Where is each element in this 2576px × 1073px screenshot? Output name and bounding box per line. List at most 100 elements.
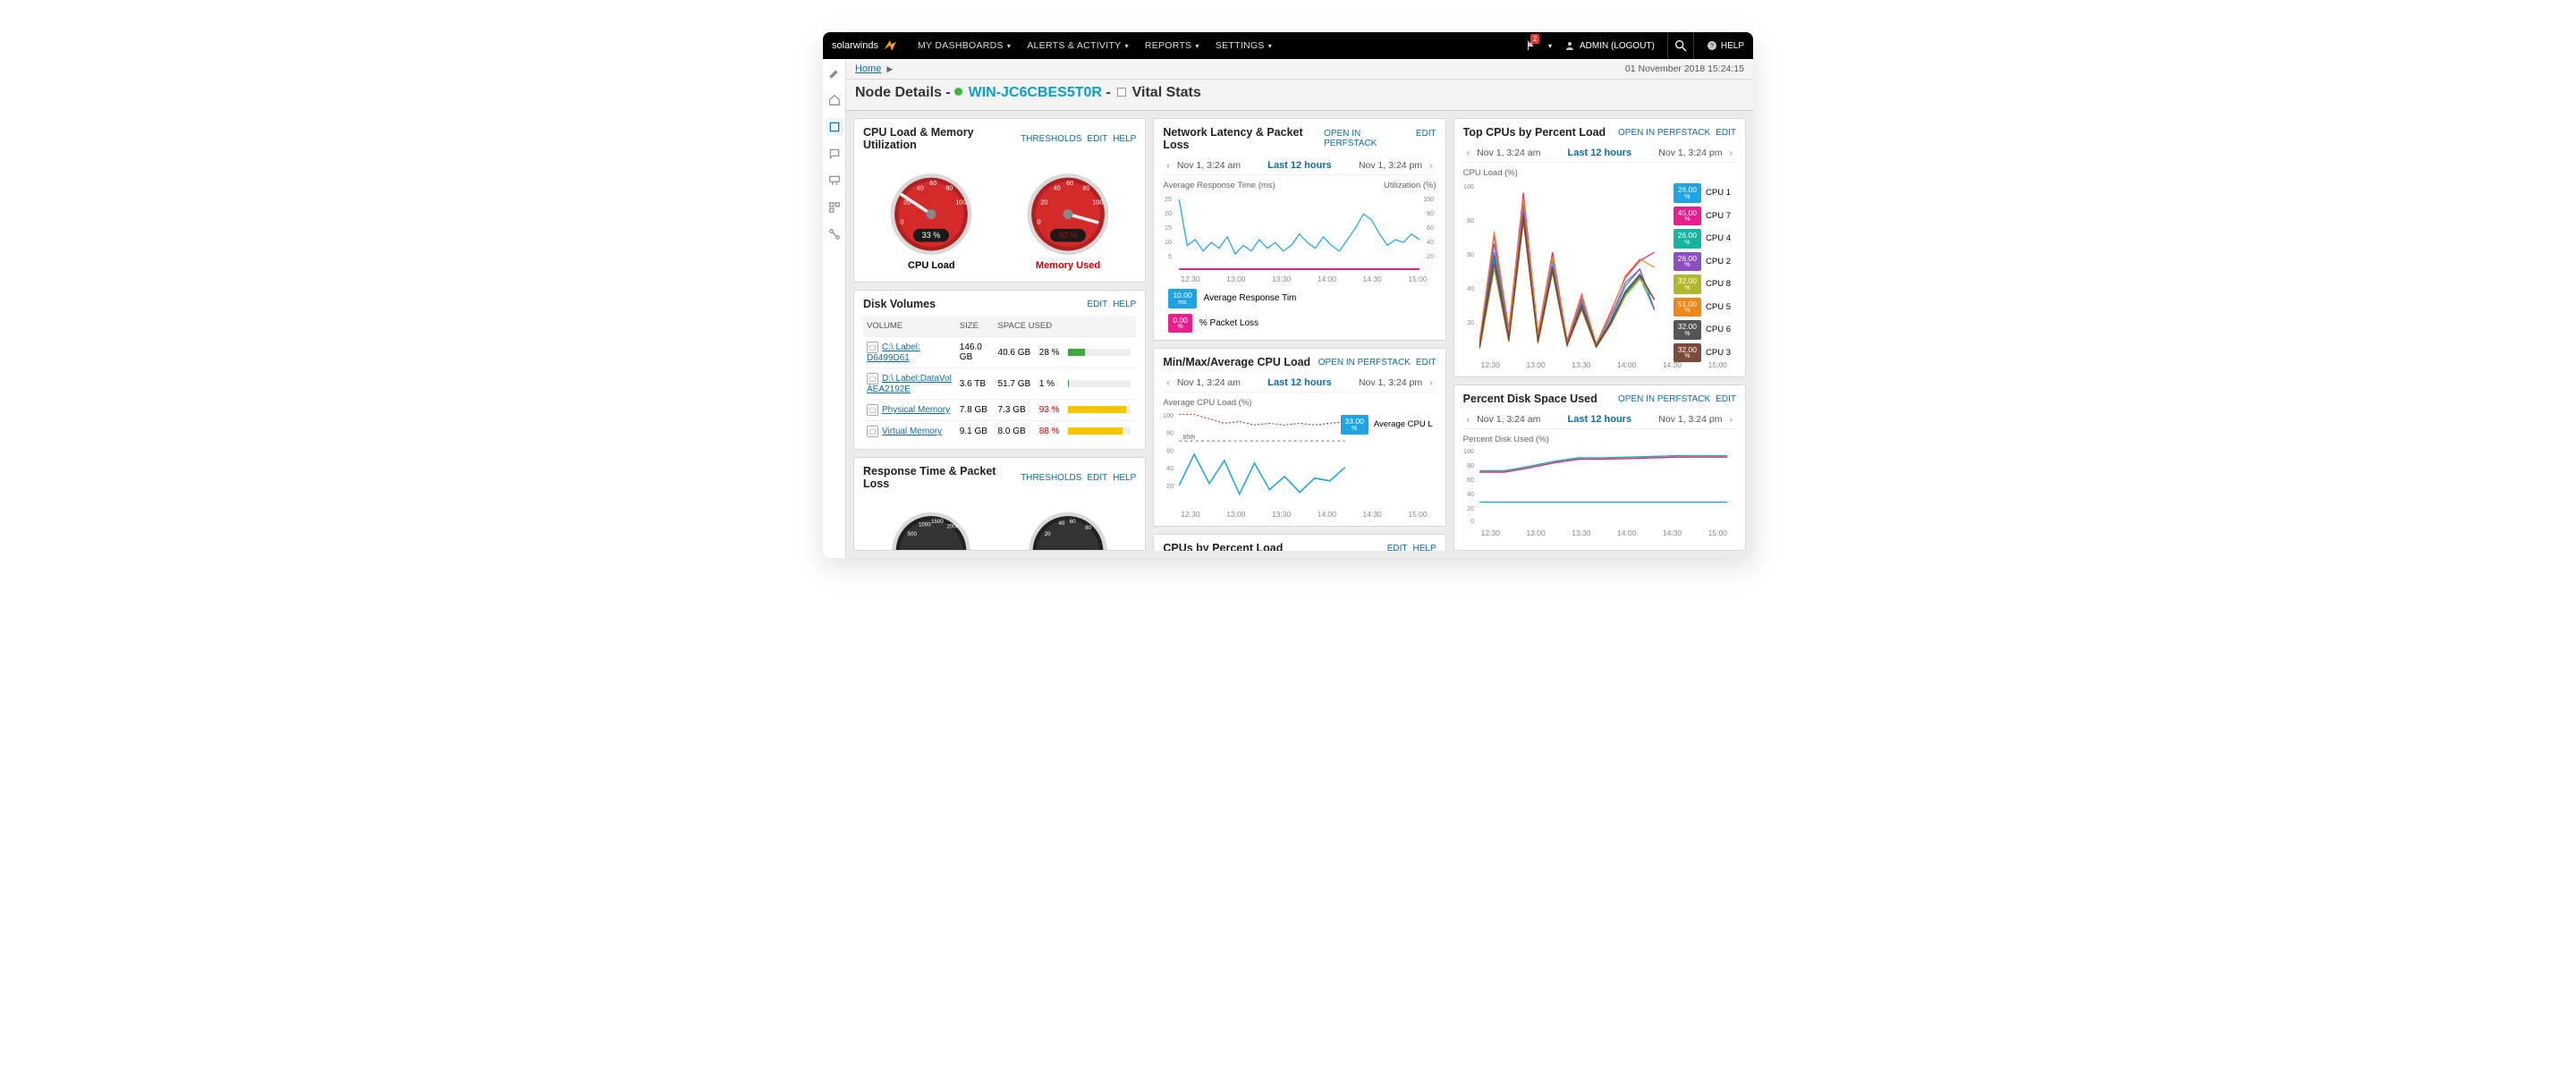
main-nav: MY DASHBOARDS▾ ALERTS & ACTIVITY▾ REPORT… [918,40,1272,51]
rail-apps-icon[interactable] [826,199,843,216]
caret-down-icon: ▾ [1548,42,1552,50]
legend-chip: 45.00% [1674,207,1701,226]
svg-text:100: 100 [1423,197,1434,203]
edit-link[interactable]: EDIT [1387,544,1408,552]
prev-button[interactable]: ‹ [1163,160,1174,171]
card-cpus-percent: CPUs by Percent Load EDIT HELP [1153,534,1445,551]
alerts-button[interactable]: 2 ▾ [1525,39,1552,52]
legend-chip: 10.00ms [1168,289,1196,308]
card-title: Response Time & Packet Loss [863,465,1021,490]
nav-item[interactable]: SETTINGS▾ [1216,40,1272,51]
svg-text:500: 500 [908,531,918,537]
legend-row: 0.00%% Packet Loss [1168,314,1436,334]
edit-link[interactable]: EDIT [1087,300,1107,309]
breadcrumb-home[interactable]: Home [855,63,881,74]
edit-link[interactable]: EDIT [1716,128,1736,138]
card-latency: Network Latency & Packet Loss OPEN IN PE… [1153,118,1445,341]
range-select[interactable]: Last 12 hours [1267,160,1332,171]
next-button[interactable]: › [1725,148,1736,158]
svg-text:15: 15 [1165,225,1172,232]
volume-link[interactable]: Virtual Memory [882,427,942,436]
chevron-right-icon: ▶ [886,64,893,74]
range-select[interactable]: Last 12 hours [1568,148,1632,158]
svg-text:25: 25 [1165,197,1172,203]
rail-network-icon[interactable] [826,172,843,190]
nav-item[interactable]: ALERTS & ACTIVITY▾ [1027,40,1129,51]
user-menu[interactable]: ADMIN (LOGOUT) [1564,40,1655,51]
open-perfstack-link[interactable]: OPEN IN PERFSTACK [1618,394,1710,404]
thresholds-link[interactable]: THRESHOLDS [1021,134,1081,144]
card-cpu-mem: CPU Load & Memory Utilization THRESHOLDS… [853,118,1146,283]
svg-text:60: 60 [1467,477,1474,484]
svg-text:10: 10 [1165,240,1172,246]
prev-button[interactable]: ‹ [1463,148,1474,158]
rail-tree-icon[interactable] [826,225,843,243]
svg-text:92 %: 92 % [1059,231,1078,240]
help-icon: ? [1707,40,1717,51]
svg-text:1500: 1500 [931,519,944,525]
prev-button[interactable]: ‹ [1163,377,1174,388]
table-row: ▢D:\ Label:DataVol AEA2192E3.6 TB51.7 GB… [863,368,1136,400]
timepicker: ‹Nov 1, 3:24 am Last 12 hours Nov 1, 3:2… [1463,410,1736,429]
svg-text:60: 60 [1066,179,1073,187]
rail-chat-icon[interactable] [826,145,843,163]
page-title: Node Details - WIN-JC6CBES5T0R - Vital S… [846,80,1753,111]
gauge-mem-label: Memory Used [1036,260,1100,271]
timepicker: ‹Nov 1, 3:24 am Last 12 hours Nov 1, 3:2… [1163,374,1436,393]
next-button[interactable]: › [1725,414,1736,425]
user-label: ADMIN (LOGOUT) [1580,41,1655,51]
help-button[interactable]: ? HELP [1707,40,1744,51]
prev-button[interactable]: ‹ [1463,414,1474,425]
edit-link[interactable]: EDIT [1087,473,1107,483]
next-button[interactable]: › [1426,160,1436,171]
app-frame: solarwinds MY DASHBOARDS▾ ALERTS & ACTIV… [823,32,1753,558]
range-select[interactable]: Last 12 hours [1267,377,1332,388]
rail-summary-icon[interactable] [826,118,843,136]
legend-chip: 26.00% [1674,183,1701,203]
edit-link[interactable]: EDIT [1416,358,1436,368]
svg-text:33 %: 33 % [922,231,941,240]
legend-chip: 32.00% [1674,275,1701,294]
open-perfstack-link[interactable]: OPEN IN PERFSTACK [1324,129,1411,148]
alerts-badge: 2 [1530,34,1539,44]
edit-link[interactable]: EDIT [1087,134,1107,144]
legend-chip: 32.00% [1674,320,1701,340]
svg-text:60: 60 [1427,225,1434,232]
table-row: ▢Virtual Memory9.1 GB8.0 GB88 % [863,421,1136,443]
card-title: CPUs by Percent Load [1163,542,1283,551]
svg-text:60: 60 [930,179,937,187]
card-topcpu: Top CPUs by Percent Load OPEN IN PERFSTA… [1453,118,1746,377]
body: Home ▶ 01 November 2018 15:24:15 Node De… [823,59,1753,558]
volume-link[interactable]: Physical Memory [882,405,950,415]
thresholds-link[interactable]: THRESHOLDS [1021,473,1081,483]
brand-text: solarwinds [832,40,878,51]
dashboard-grid: CPU Load & Memory Utilization THRESHOLDS… [846,111,1753,558]
legend-chip: 33.00% [1341,415,1368,435]
svg-text:?: ? [1710,44,1714,50]
help-link[interactable]: HELP [1113,134,1136,144]
card-title: Network Latency & Packet Loss [1163,126,1324,151]
rail-edit-icon[interactable] [826,64,843,82]
node-name[interactable]: WIN-JC6CBES5T0R [969,85,1102,100]
rail-home-icon[interactable] [826,91,843,109]
legend-row: 32.00%CPU 3 [1674,343,1731,363]
edit-link[interactable]: EDIT [1716,394,1736,404]
svg-text:20: 20 [903,199,911,207]
open-perfstack-link[interactable]: OPEN IN PERFSTACK [1618,128,1710,138]
legend-row: 45.00%CPU 7 [1674,207,1731,226]
range-select[interactable]: Last 12 hours [1568,414,1632,425]
help-link[interactable]: HELP [1113,473,1136,483]
nav-item[interactable]: MY DASHBOARDS▾ [918,40,1011,51]
nav-item[interactable]: REPORTS▾ [1145,40,1199,51]
help-link[interactable]: HELP [1413,544,1436,552]
help-link[interactable]: HELP [1113,300,1136,309]
search-button[interactable] [1667,32,1694,59]
next-button[interactable]: › [1426,377,1436,388]
user-icon [1564,40,1575,51]
svg-text:40: 40 [1054,183,1061,191]
svg-text:80: 80 [1082,183,1089,191]
volume-link[interactable]: D:\ Label:DataVol AEA2192E [867,374,952,394]
open-perfstack-link[interactable]: OPEN IN PERFSTACK [1318,358,1411,368]
legend-chip: 26.00% [1674,252,1701,272]
edit-link[interactable]: EDIT [1416,129,1436,148]
